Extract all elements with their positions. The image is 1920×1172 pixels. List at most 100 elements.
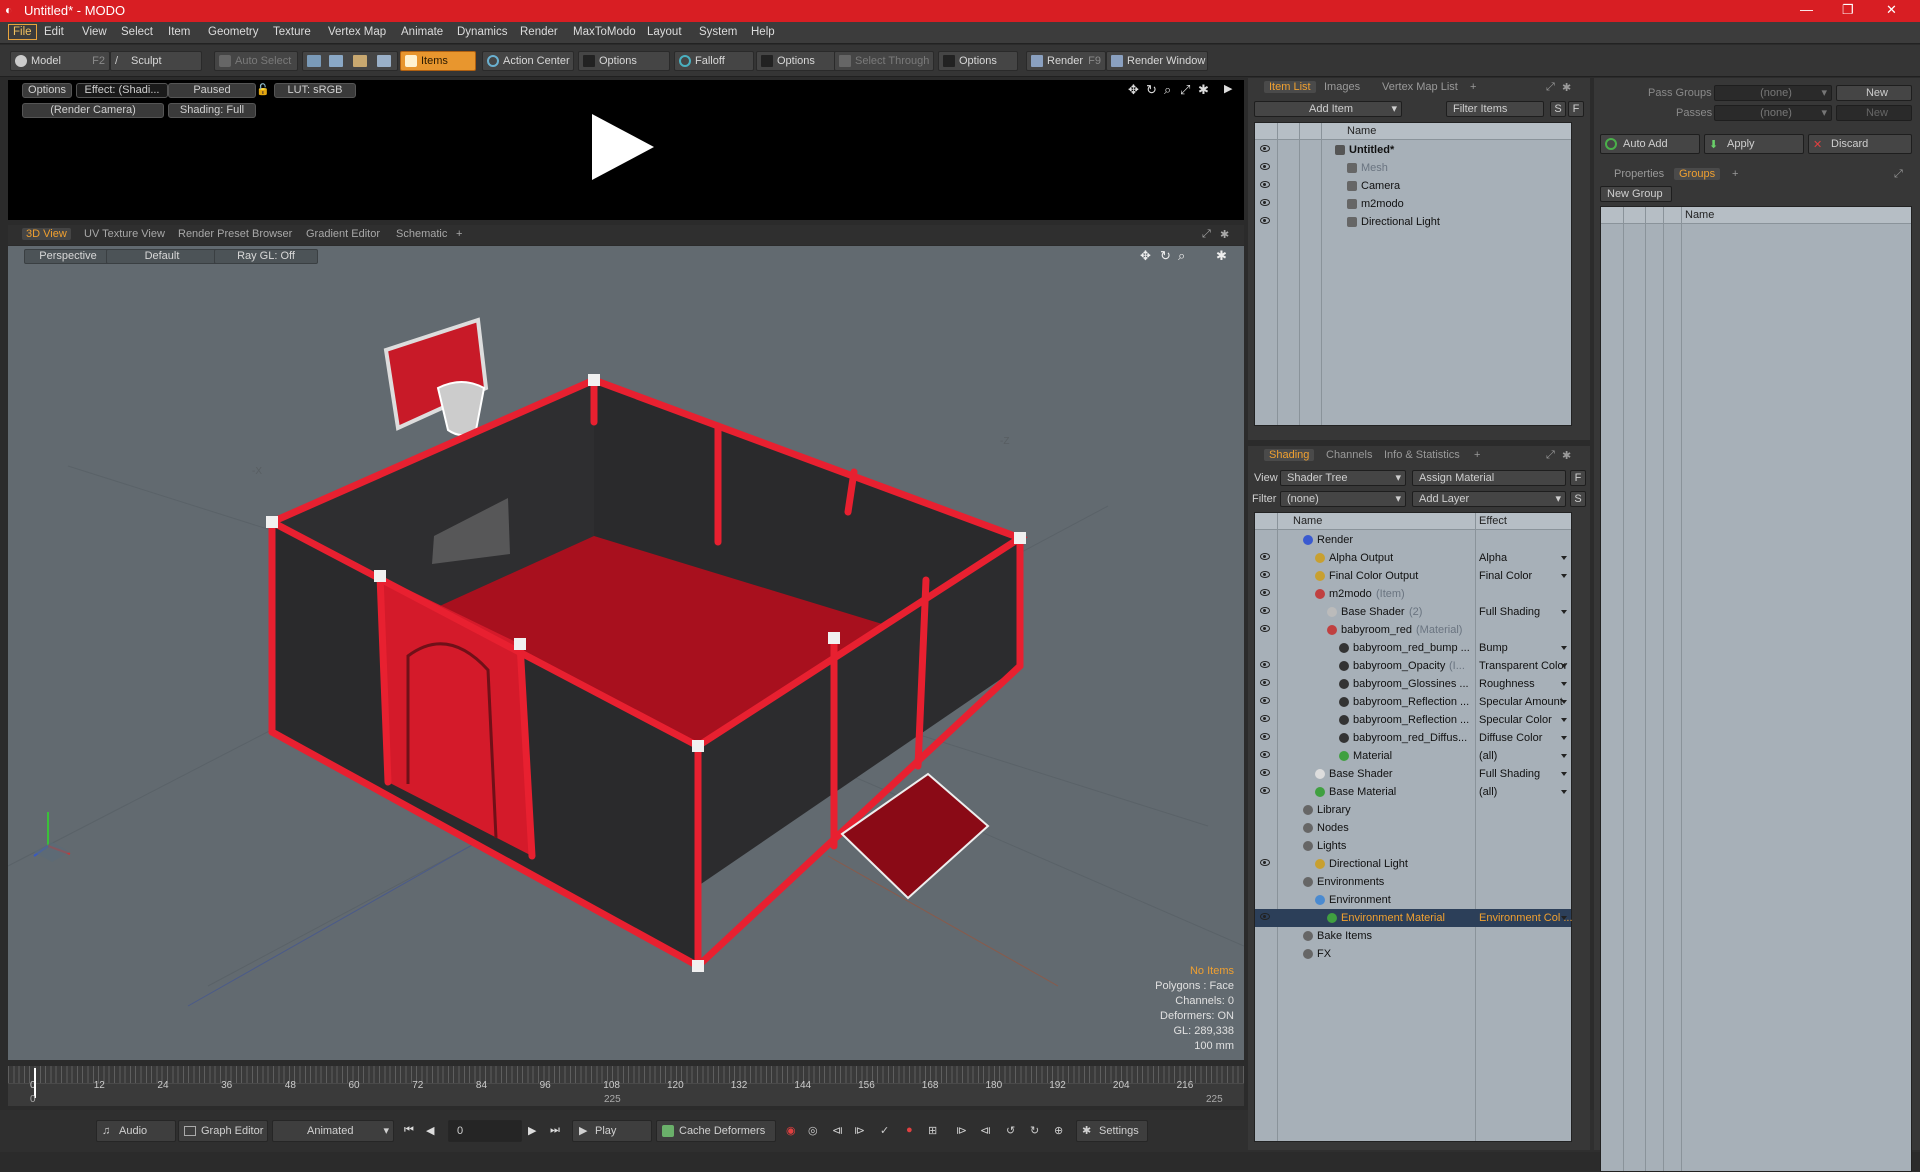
vertices-mode-icon[interactable] bbox=[307, 55, 321, 67]
visibility-eye-icon[interactable] bbox=[1260, 715, 1270, 722]
tab-vertex-map-list[interactable]: Vertex Map List bbox=[1382, 81, 1458, 93]
shader-layer-effect[interactable]: Roughness bbox=[1479, 675, 1535, 693]
auto-key-icon[interactable]: ◎ bbox=[808, 1124, 818, 1137]
visibility-eye-icon[interactable] bbox=[1260, 769, 1270, 776]
maximize-panel-icon[interactable]: ⤢ bbox=[1546, 449, 1555, 462]
falloff-options-button[interactable]: Options bbox=[756, 51, 836, 71]
go-start-icon[interactable]: ⏮ bbox=[404, 1124, 414, 1137]
visibility-eye-icon[interactable] bbox=[1260, 145, 1270, 152]
rotate-icon[interactable]: ↻ bbox=[1146, 82, 1157, 98]
zoom-icon[interactable]: ⌕ bbox=[1164, 82, 1171, 98]
shader-layer-effect[interactable]: (all) bbox=[1479, 747, 1497, 765]
shader-row[interactable]: babyroom_red_Diffus... Diffuse Color bbox=[1255, 729, 1571, 747]
shader-row[interactable]: Base Shader (2) Full Shading bbox=[1255, 603, 1571, 621]
pin-icon[interactable]: ⊕ bbox=[1054, 1124, 1063, 1137]
shader-row[interactable]: Material (all) bbox=[1255, 747, 1571, 765]
prev-key-icon[interactable]: ◀ bbox=[426, 1124, 434, 1137]
chevron-down-icon[interactable] bbox=[1561, 754, 1567, 758]
shader-row[interactable]: Environments bbox=[1255, 873, 1571, 891]
items-mode-button[interactable]: Items bbox=[400, 51, 476, 71]
filter-items-field[interactable]: Filter Items bbox=[1446, 101, 1544, 117]
shader-layer-effect[interactable]: Transparent Color bbox=[1479, 657, 1567, 675]
shader-row[interactable]: m2modo (Item) bbox=[1255, 585, 1571, 603]
render-button[interactable]: Render F9 bbox=[1026, 51, 1106, 71]
preview-options-button[interactable]: Options bbox=[22, 83, 72, 98]
maximize-viewport-icon[interactable]: ⤢ bbox=[1202, 228, 1211, 241]
assign-material-field[interactable]: Assign Material bbox=[1412, 470, 1566, 486]
shader-layer-effect[interactable]: Final Color bbox=[1479, 567, 1532, 585]
f-toggle[interactable]: F bbox=[1568, 101, 1584, 117]
close-icon[interactable]: ✕ bbox=[1886, 2, 1897, 18]
chevron-down-icon[interactable] bbox=[1561, 574, 1567, 578]
shader-layer-effect[interactable]: Alpha bbox=[1479, 549, 1507, 567]
lock-icon[interactable]: 🔓 bbox=[256, 83, 270, 96]
move-icon[interactable]: ✥ bbox=[1128, 82, 1139, 98]
shader-row[interactable]: Base Shader Full Shading bbox=[1255, 765, 1571, 783]
item-row[interactable]: Mesh bbox=[1255, 159, 1571, 177]
s-toggle[interactable]: S bbox=[1550, 101, 1566, 117]
new-group-button[interactable]: New Group bbox=[1600, 186, 1672, 202]
menu-item[interactable]: Item bbox=[168, 26, 190, 38]
play-button[interactable]: ▶ Play bbox=[572, 1120, 652, 1142]
shader-row[interactable]: babyroom_Reflection ... Specular Color bbox=[1255, 711, 1571, 729]
visibility-eye-icon[interactable] bbox=[1260, 697, 1270, 704]
action-center-button[interactable]: Action Center bbox=[482, 51, 574, 71]
menu-layout[interactable]: Layout bbox=[647, 26, 682, 38]
tab-info-statistics[interactable]: Info & Statistics bbox=[1384, 449, 1460, 461]
visibility-eye-icon[interactable] bbox=[1260, 913, 1270, 920]
gear-icon[interactable]: ✱ bbox=[1562, 81, 1571, 94]
menu-vertex-map[interactable]: Vertex Map bbox=[328, 26, 386, 38]
go-end-icon[interactable]: ⏭ bbox=[550, 1124, 560, 1137]
add-tab-icon[interactable]: + bbox=[1470, 81, 1476, 93]
chevron-down-icon[interactable] bbox=[1561, 646, 1567, 650]
key-all-icon[interactable]: ⊞ bbox=[928, 1124, 937, 1137]
chevron-down-icon[interactable] bbox=[1561, 664, 1567, 668]
pass-groups-dropdown[interactable]: (none) ▾ bbox=[1714, 85, 1832, 101]
tab-uv-texture-view[interactable]: UV Texture View bbox=[84, 228, 165, 240]
chevron-down-icon[interactable] bbox=[1561, 610, 1567, 614]
step-icon[interactable]: ⧐ bbox=[956, 1124, 967, 1137]
timeline[interactable]: 0 12 24 36 48 60 72 84 96 108 120 132 144 156 168 180 19… bbox=[8, 1066, 1244, 1106]
shader-row[interactable]: Bake Items bbox=[1255, 927, 1571, 945]
shader-layer-effect[interactable]: Specular Amount bbox=[1479, 693, 1563, 711]
tab-item-list[interactable]: Item List bbox=[1264, 81, 1316, 93]
apply-button[interactable]: ⬇ Apply bbox=[1704, 134, 1804, 154]
shader-row[interactable]: Nodes bbox=[1255, 819, 1571, 837]
cache-deformers-button[interactable]: Cache Deformers bbox=[656, 1120, 776, 1142]
shader-row[interactable]: FX bbox=[1255, 945, 1571, 963]
falloff-button[interactable]: Falloff bbox=[674, 51, 754, 71]
new-pass-button[interactable]: New bbox=[1836, 105, 1912, 121]
maximize-panel-icon[interactable]: ⤢ bbox=[1894, 168, 1903, 181]
menu-maxtomodo[interactable]: MaxToModo bbox=[573, 26, 636, 38]
shader-row[interactable]: Environment bbox=[1255, 891, 1571, 909]
graph-editor-button[interactable]: Graph Editor bbox=[178, 1120, 268, 1142]
shader-row[interactable]: Final Color Output Final Color bbox=[1255, 567, 1571, 585]
menu-render[interactable]: Render bbox=[520, 26, 558, 38]
tab-3d-view[interactable]: 3D View bbox=[22, 228, 71, 240]
tab-groups[interactable]: Groups bbox=[1674, 168, 1721, 180]
visibility-eye-icon[interactable] bbox=[1260, 607, 1270, 614]
menu-select[interactable]: Select bbox=[121, 26, 153, 38]
step-back-icon[interactable]: ⧏ bbox=[980, 1124, 991, 1137]
visibility-eye-icon[interactable] bbox=[1260, 679, 1270, 686]
frame-field[interactable]: 0 bbox=[448, 1120, 522, 1142]
menu-edit[interactable]: Edit bbox=[44, 26, 64, 38]
render-window-button[interactable]: Render Window bbox=[1106, 51, 1208, 71]
s-toggle[interactable]: S bbox=[1570, 491, 1586, 507]
visibility-eye-icon[interactable] bbox=[1260, 733, 1270, 740]
visibility-eye-icon[interactable] bbox=[1260, 553, 1270, 560]
model-button[interactable]: Model F2 bbox=[10, 51, 110, 71]
menu-file[interactable]: File bbox=[8, 24, 37, 40]
visibility-eye-icon[interactable] bbox=[1260, 181, 1270, 188]
visibility-eye-icon[interactable] bbox=[1260, 199, 1270, 206]
shader-layer-effect[interactable]: Full Shading bbox=[1479, 603, 1540, 621]
shader-row[interactable]: babyroom_Reflection ... Specular Amount bbox=[1255, 693, 1571, 711]
add-layer-dropdown[interactable]: Add Layer ▾ bbox=[1412, 491, 1566, 507]
tab-schematic[interactable]: Schematic bbox=[396, 228, 447, 240]
menu-animate[interactable]: Animate bbox=[401, 26, 443, 38]
menu-view[interactable]: View bbox=[82, 26, 107, 38]
chevron-down-icon[interactable] bbox=[1561, 556, 1567, 560]
select-through-button[interactable]: Select Through bbox=[834, 51, 934, 71]
maximize-panel-icon[interactable]: ⤢ bbox=[1546, 81, 1555, 94]
select-through-options-button[interactable]: Options bbox=[938, 51, 1018, 71]
